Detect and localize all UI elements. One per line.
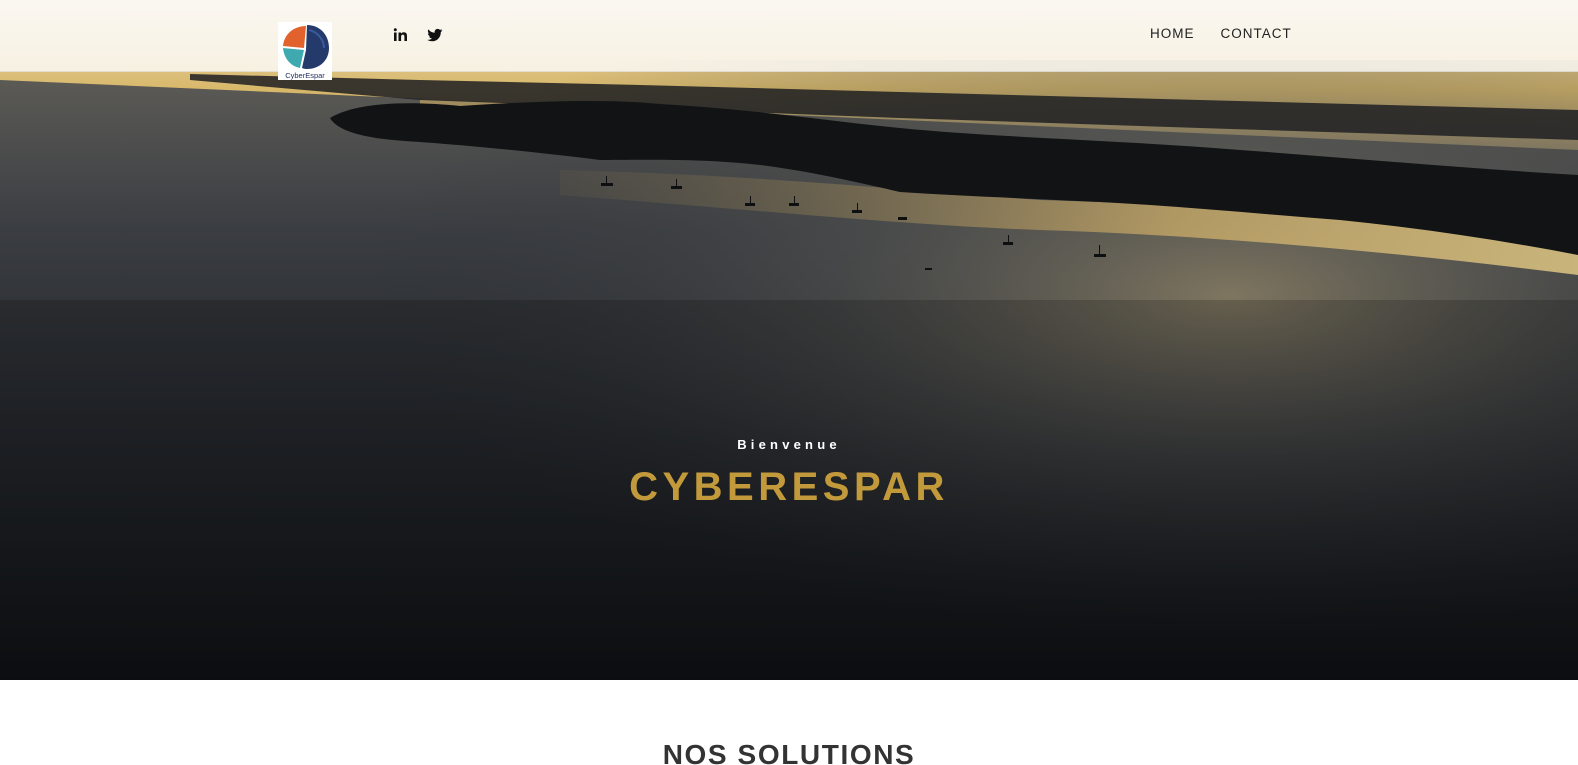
social-links: [393, 26, 443, 44]
linkedin-icon: [393, 28, 407, 41]
twitter-icon: [427, 28, 443, 42]
hero-kicker: Bienvenue: [737, 437, 841, 452]
linkedin-link[interactable]: [393, 27, 409, 43]
site-logo-link[interactable]: CyberEspar: [278, 22, 332, 80]
main-nav: HOME CONTACT: [1150, 25, 1292, 43]
nav-contact[interactable]: CONTACT: [1221, 25, 1292, 43]
logo-wordmark: CyberEspar: [285, 71, 325, 80]
site-header: CyberEspar HOME CONTACT: [0, 0, 1578, 80]
hero-title: CYBERESPAR: [629, 465, 949, 509]
nav-home[interactable]: HOME: [1150, 25, 1195, 43]
hero-background-image: [0, 0, 1578, 680]
page: Bienvenue CYBERESPAR CyberEspar HOME CON…: [0, 0, 1578, 765]
solutions-title: NOS SOLUTIONS: [662, 739, 916, 765]
hero-section: Bienvenue CYBERESPAR: [0, 0, 1578, 680]
solutions-section: NOS SOLUTIONS: [0, 680, 1578, 765]
hero-text-block: Bienvenue CYBERESPAR: [0, 436, 1578, 509]
cyberespar-logo-icon: CyberEspar: [278, 22, 332, 80]
twitter-link[interactable]: [427, 27, 443, 43]
